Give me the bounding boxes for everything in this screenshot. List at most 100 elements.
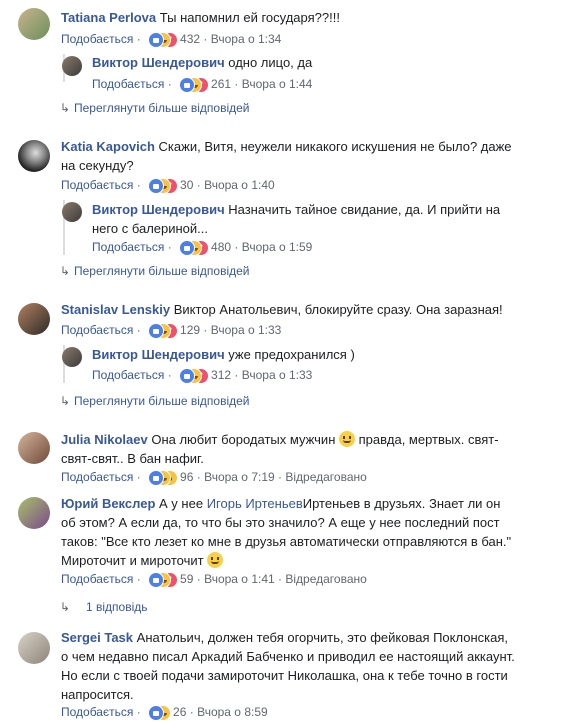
comment-text: Скажи, Витя, неужели никакого искушения … (158, 139, 512, 154)
avatar[interactable] (18, 497, 50, 529)
avatar[interactable] (18, 303, 50, 335)
comment-actions: Подобається · 26 · Вчора о 8:59 (61, 704, 268, 721)
avatar[interactable] (18, 432, 50, 464)
edited-label[interactable]: Відредаговано (285, 470, 366, 484)
reply-body: Виктор Шендерович одно лицо, да (92, 53, 552, 72)
reaction-count[interactable]: 96 (180, 470, 193, 484)
like-button[interactable]: Подобається (61, 470, 133, 484)
comment-actions: Подобається · 129 · Вчора о 1:33 (61, 322, 281, 339)
reaction-count[interactable]: 26 (173, 705, 186, 719)
timestamp[interactable]: Вчора о 1:41 (204, 572, 275, 586)
like-button[interactable]: Подобається (61, 323, 133, 337)
reactions-icon[interactable] (148, 571, 179, 588)
comment-text: А у нее (159, 496, 204, 511)
reactions-icon[interactable] (148, 469, 179, 486)
mention-link[interactable]: Игорь Иртеньев (207, 496, 303, 511)
reactions-icon[interactable] (148, 177, 179, 194)
view-replies[interactable]: ↳ 1 відповідь (60, 599, 148, 615)
commenter-name[interactable]: Виктор Шендерович (92, 202, 225, 217)
comment-text: Она любит бородатых мужчин (151, 432, 336, 447)
comment-text: одно лицо, да (228, 55, 313, 70)
timestamp[interactable]: Вчора о 1:40 (204, 178, 275, 192)
timestamp[interactable]: Вчора о 1:44 (242, 77, 313, 91)
reply-arrow-icon: ↳ (60, 394, 71, 408)
comment-actions: Подобається · 59 · Вчора о 1:41 · Відред… (61, 571, 367, 588)
avatar[interactable] (18, 140, 50, 172)
reply-arrow-icon: ↳ (60, 600, 71, 614)
timestamp[interactable]: Вчора о 8:59 (197, 705, 268, 719)
reaction-count[interactable]: 312 (211, 368, 231, 382)
comment-text: Назначить тайное свидание, да. И прийти … (228, 202, 501, 217)
reactions-icon[interactable] (148, 704, 172, 721)
commenter-name[interactable]: Julia Nikolaev (61, 432, 148, 447)
smile-emoji-icon (339, 431, 355, 447)
reply-body: Виктор Шендерович уже предохранился ) (92, 345, 552, 364)
comment-actions: Подобається · 312 · Вчора о 1:33 (92, 367, 312, 384)
commenter-name[interactable]: Tatiana Perlova (61, 10, 156, 25)
comment-actions: Подобається · 261 · Вчора о 1:44 (92, 76, 312, 93)
avatar[interactable] (62, 56, 82, 76)
comment-text: о чем недавно писал Аркадий Бабченко и п… (61, 649, 515, 664)
like-button[interactable]: Подобається (92, 77, 164, 91)
smile-emoji-icon (207, 552, 224, 568)
avatar[interactable] (62, 202, 82, 222)
view-more-replies[interactable]: ↳ Переглянути більше відповідей (60, 393, 249, 409)
avatar[interactable] (62, 347, 82, 367)
comment-text: свят-свят.. В бан нафиг. (61, 451, 204, 466)
comment-text: него с балериной... (92, 221, 209, 236)
comment-text: Ты напомнил ей государя??!!! (159, 10, 340, 25)
comment-text: Но если с твоей подачи замироточит Никол… (61, 668, 508, 683)
edited-label[interactable]: Відредаговано (285, 572, 366, 586)
like-button[interactable]: Подобається (92, 240, 164, 254)
like-button[interactable]: Подобається (61, 572, 133, 586)
like-button[interactable]: Подобається (61, 32, 133, 46)
commenter-name[interactable]: Stanislav Lenskiy (61, 302, 170, 317)
reactions-icon[interactable] (148, 31, 179, 48)
like-button[interactable]: Подобається (92, 368, 164, 382)
reactions-icon[interactable] (148, 322, 179, 339)
comment-actions: Подобається · 432 · Вчора о 1:34 (61, 31, 281, 48)
reaction-count[interactable]: 432 (180, 32, 200, 46)
reaction-count[interactable]: 261 (211, 77, 231, 91)
avatar[interactable] (18, 632, 50, 664)
reaction-count[interactable]: 480 (211, 240, 231, 254)
comment-body: Юрий Векслер А у нее Игорь ИртеньевИртен… (61, 494, 551, 570)
reactions-icon[interactable] (179, 239, 210, 256)
reaction-count[interactable]: 30 (180, 178, 193, 192)
reactions-icon[interactable] (179, 367, 210, 384)
avatar[interactable] (18, 8, 50, 40)
reaction-count[interactable]: 59 (180, 572, 193, 586)
comment-text: напросится. (61, 687, 134, 702)
comment-body: Katia Kapovich Скажи, Витя, неужели ника… (61, 137, 551, 175)
comment-text: Иртеньев в друзьях. Знает ли он (302, 496, 501, 511)
comment-text: уже предохранился ) (228, 347, 355, 362)
comment-body: Tatiana Perlova Ты напомнил ей государя?… (61, 8, 551, 27)
comment-text: об этом? А если да, то что бы это значил… (61, 515, 500, 530)
comment-actions: Подобається · 480 · Вчора о 1:59 (92, 239, 312, 256)
commenter-name[interactable]: Виктор Шендерович (92, 55, 225, 70)
commenter-name[interactable]: Katia Kapovich (61, 139, 155, 154)
commenter-name[interactable]: Виктор Шендерович (92, 347, 225, 362)
view-more-replies[interactable]: ↳ Переглянути більше відповідей (60, 263, 249, 279)
comment-actions: Подобається · 30 · Вчора о 1:40 (61, 177, 275, 194)
view-more-replies[interactable]: ↳ Переглянути більше відповідей (60, 100, 249, 116)
timestamp[interactable]: Вчора о 1:34 (211, 32, 282, 46)
timestamp[interactable]: Вчора о 1:33 (242, 368, 313, 382)
comment-actions: Подобається · 96 · Вчора о 7:19 · Відред… (61, 469, 367, 486)
like-button[interactable]: Подобається (61, 705, 133, 719)
like-button[interactable]: Подобається (61, 178, 133, 192)
commenter-name[interactable]: Sergei Task (61, 630, 133, 645)
commenter-name[interactable]: Юрий Векслер (61, 496, 155, 511)
reply-arrow-icon: ↳ (60, 264, 71, 278)
timestamp[interactable]: Вчора о 7:19 (204, 470, 275, 484)
timestamp[interactable]: Вчора о 1:59 (242, 240, 313, 254)
comment-text: Виктор Анатольевич, блокируйте сразу. Он… (173, 302, 503, 317)
reply-arrow-icon: ↳ (60, 101, 71, 115)
comment-text: Анатольич, должен тебя огорчить, это фей… (136, 630, 508, 645)
timestamp[interactable]: Вчора о 1:33 (211, 323, 282, 337)
reaction-count[interactable]: 129 (180, 323, 200, 337)
comment-body: Julia Nikolaev Она любит бородатых мужчи… (61, 430, 551, 468)
comment-body: Stanislav Lenskiy Виктор Анатольевич, бл… (61, 300, 551, 319)
reactions-icon[interactable] (179, 76, 210, 93)
comment-body: Sergei Task Анатольич, должен тебя огорч… (61, 628, 556, 704)
